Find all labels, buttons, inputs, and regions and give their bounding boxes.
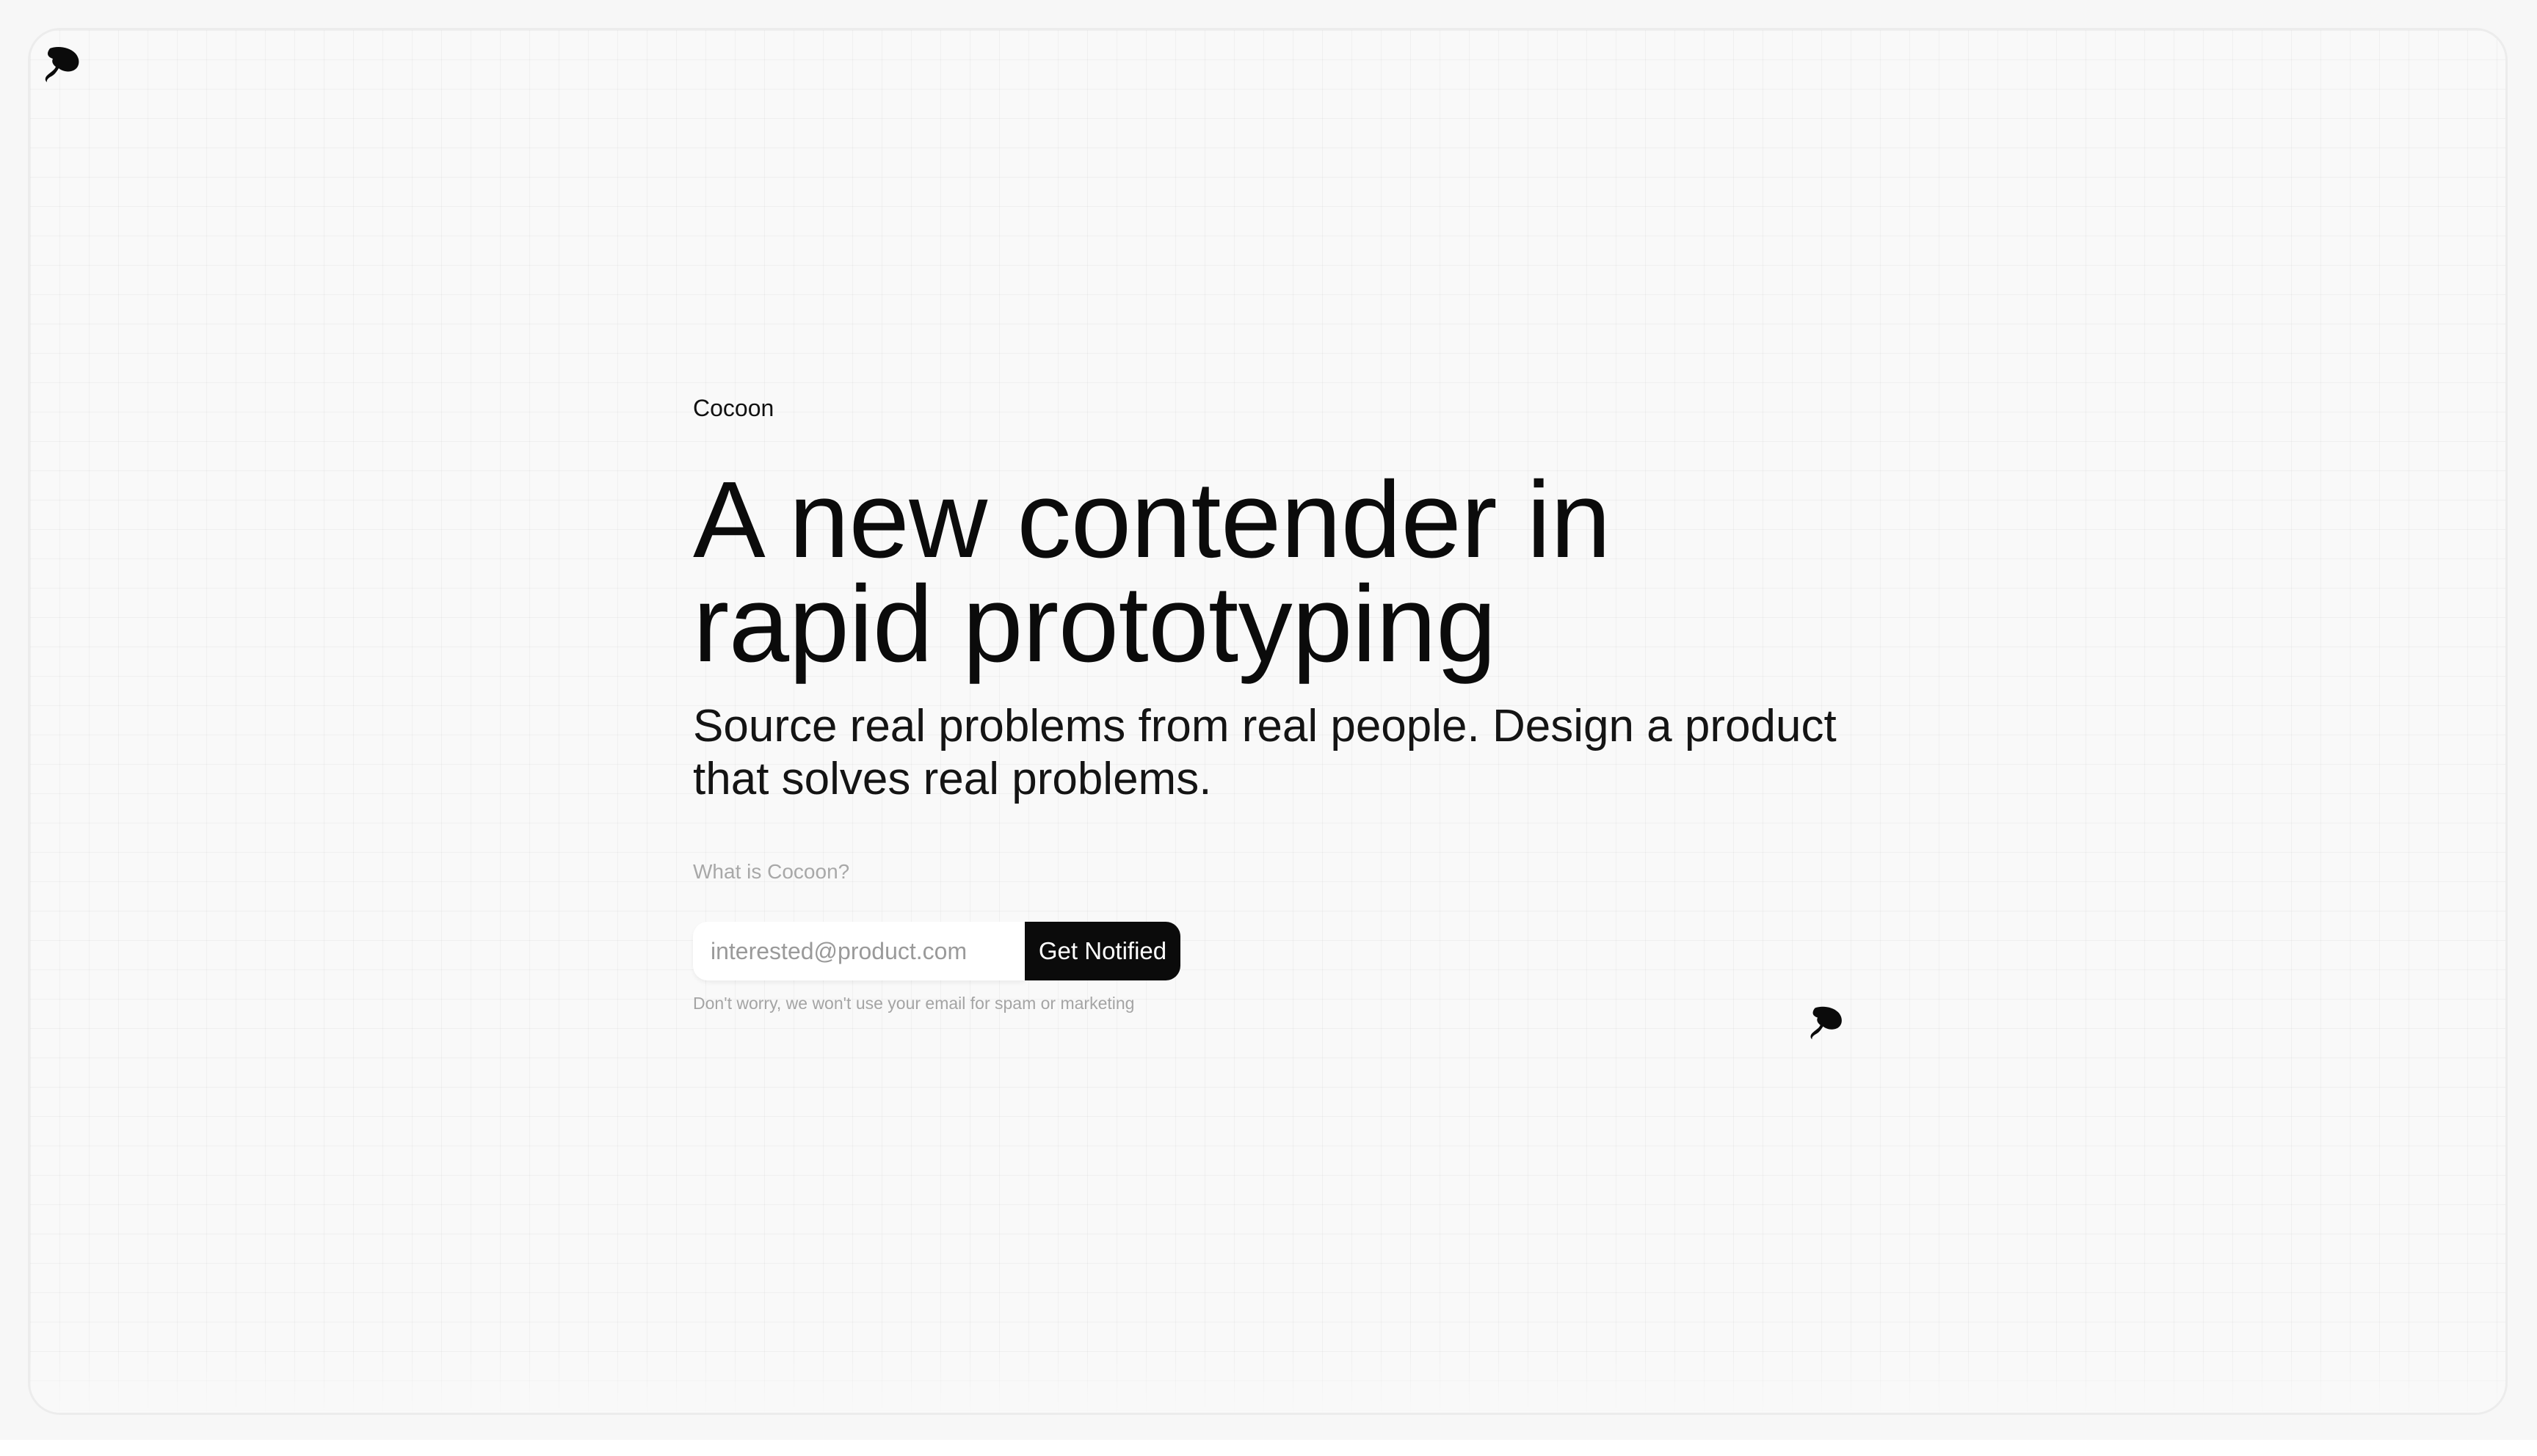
what-is-cocoon-link[interactable]: What is Cocoon? xyxy=(693,860,849,884)
get-notified-button[interactable]: Get Notified xyxy=(1025,922,1180,980)
brand-name: Cocoon xyxy=(693,395,774,421)
cocoon-logo-shape xyxy=(45,47,79,82)
email-input[interactable] xyxy=(693,922,1025,980)
cocoon-logo-icon xyxy=(1809,1004,1845,1042)
cocoon-logo-shape xyxy=(1810,1006,1842,1040)
signup-form: Get Notified xyxy=(693,922,1180,980)
page: Cocoon A new contender in rapid prototyp… xyxy=(0,0,2537,1456)
bottom-strip xyxy=(0,1440,2537,1456)
headline-line-2: rapid prototyping xyxy=(693,564,1496,685)
frame-fade xyxy=(30,1354,2505,1413)
cocoon-logo-icon[interactable] xyxy=(44,44,82,85)
headline-line-1: A new contender in xyxy=(693,459,1611,580)
page-title: A new contender in rapid prototyping xyxy=(693,466,1941,679)
hero-section: Cocoon A new contender in rapid prototyp… xyxy=(693,396,1941,1013)
subheading: Source real problems from real people. D… xyxy=(693,701,1837,804)
email-disclaimer: Don't worry, we won't use your email for… xyxy=(693,994,1135,1013)
